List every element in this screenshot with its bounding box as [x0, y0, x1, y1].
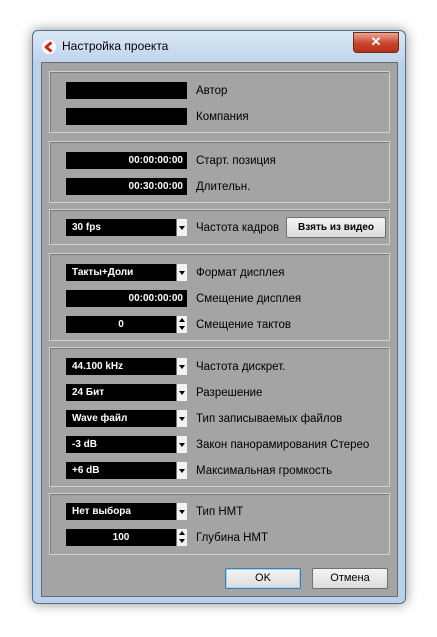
bit-depth-value: 24 Бит	[72, 387, 105, 398]
hmt-depth-value: 100	[112, 532, 130, 543]
audio-group: 44.100 kHz Частота дискрет. 24 Бит Разре…	[49, 347, 390, 487]
bar-offset-value: 0	[118, 319, 124, 330]
max-volume-label: Максимальная громкость	[196, 465, 333, 477]
bit-depth-select[interactable]: 24 Бит	[66, 384, 187, 401]
project-setup-window: Настройка проекта ✕ Автор Компания 00:00…	[32, 30, 406, 604]
start-position-field[interactable]: 00:00:00:00	[66, 152, 187, 169]
window-title: Настройка проекта	[62, 39, 169, 53]
file-type-select[interactable]: Wave файл	[66, 410, 187, 427]
bit-depth-label: Разрешение	[196, 387, 263, 399]
max-volume-select[interactable]: +6 dB	[66, 462, 187, 479]
length-label: Длительн.	[196, 181, 251, 193]
author-field[interactable]	[66, 82, 187, 99]
hmt-group: Нет выбора Тип НМТ 100 Глубина НМТ	[49, 493, 390, 555]
close-button[interactable]: ✕	[353, 32, 399, 53]
company-field[interactable]	[66, 108, 187, 125]
title-bar[interactable]: Настройка проекта ✕	[33, 31, 405, 62]
cubase-logo-icon	[42, 40, 56, 54]
display-format-label: Формат дисплея	[196, 267, 285, 279]
chevron-down-icon[interactable]	[176, 410, 187, 427]
display-offset-field[interactable]: 00:00:00:00	[66, 290, 187, 307]
sample-rate-label: Частота дискрет.	[196, 361, 286, 373]
arrow-down-icon[interactable]	[179, 326, 185, 330]
chevron-down-icon[interactable]	[176, 358, 187, 375]
sample-rate-value: 44.100 kHz	[72, 361, 124, 372]
display-offset-label: Смещение дисплея	[196, 293, 302, 305]
file-type-value: Wave файл	[72, 413, 128, 424]
file-type-label: Тип записываемых файлов	[196, 413, 343, 425]
frame-rate-select[interactable]: 30 fps	[66, 219, 187, 236]
cancel-button[interactable]: Отмена	[312, 568, 388, 589]
chevron-down-icon[interactable]	[176, 219, 187, 236]
chevron-down-icon[interactable]	[176, 264, 187, 281]
frame-rate-group: 30 fps Частота кадров Взять из видео	[49, 209, 390, 245]
chevron-down-icon[interactable]	[176, 462, 187, 479]
author-label: Автор	[196, 85, 228, 97]
hmt-type-value: Нет выбора	[72, 506, 131, 517]
pan-law-label: Закон панорамирования Стерео	[196, 439, 370, 451]
bar-offset-field[interactable]: 0	[66, 316, 187, 333]
pan-law-value: -3 dB	[72, 439, 97, 450]
length-field[interactable]: 00:30:00:00	[66, 178, 187, 195]
dialog-client-area: Автор Компания 00:00:00:00 Старт. позици…	[41, 62, 398, 597]
arrow-up-icon[interactable]	[179, 318, 185, 322]
display-format-select[interactable]: Такты+Доли	[66, 264, 187, 281]
spin-buttons[interactable]	[176, 529, 187, 546]
frame-rate-label: Частота кадров	[196, 222, 280, 234]
hmt-type-select[interactable]: Нет выбора	[66, 503, 187, 520]
display-group: Такты+Доли Формат дисплея 00:00:00:00 См…	[49, 253, 390, 341]
display-format-value: Такты+Доли	[72, 267, 134, 278]
arrow-down-icon[interactable]	[179, 539, 185, 543]
arrow-up-icon[interactable]	[179, 531, 185, 535]
hmt-depth-field[interactable]: 100	[66, 529, 187, 546]
max-volume-value: +6 dB	[72, 465, 100, 476]
chevron-down-icon[interactable]	[176, 503, 187, 520]
hmt-type-label: Тип НМТ	[196, 506, 244, 518]
start-position-label: Старт. позиция	[196, 155, 276, 167]
company-label: Компания	[196, 111, 249, 123]
sample-rate-select[interactable]: 44.100 kHz	[66, 358, 187, 375]
frame-rate-value: 30 fps	[72, 222, 101, 233]
pan-law-select[interactable]: -3 dB	[66, 436, 187, 453]
spin-buttons[interactable]	[176, 316, 187, 333]
bar-offset-label: Смещение тактов	[196, 319, 292, 331]
get-from-video-button[interactable]: Взять из видео	[286, 217, 386, 238]
chevron-down-icon[interactable]	[176, 436, 187, 453]
timing-group: 00:00:00:00 Старт. позиция 00:30:00:00 Д…	[49, 141, 390, 203]
hmt-depth-label: Глубина НМТ	[196, 532, 269, 544]
ok-button[interactable]: OK	[225, 568, 301, 589]
chevron-down-icon[interactable]	[176, 384, 187, 401]
info-group: Автор Компания	[49, 71, 390, 133]
